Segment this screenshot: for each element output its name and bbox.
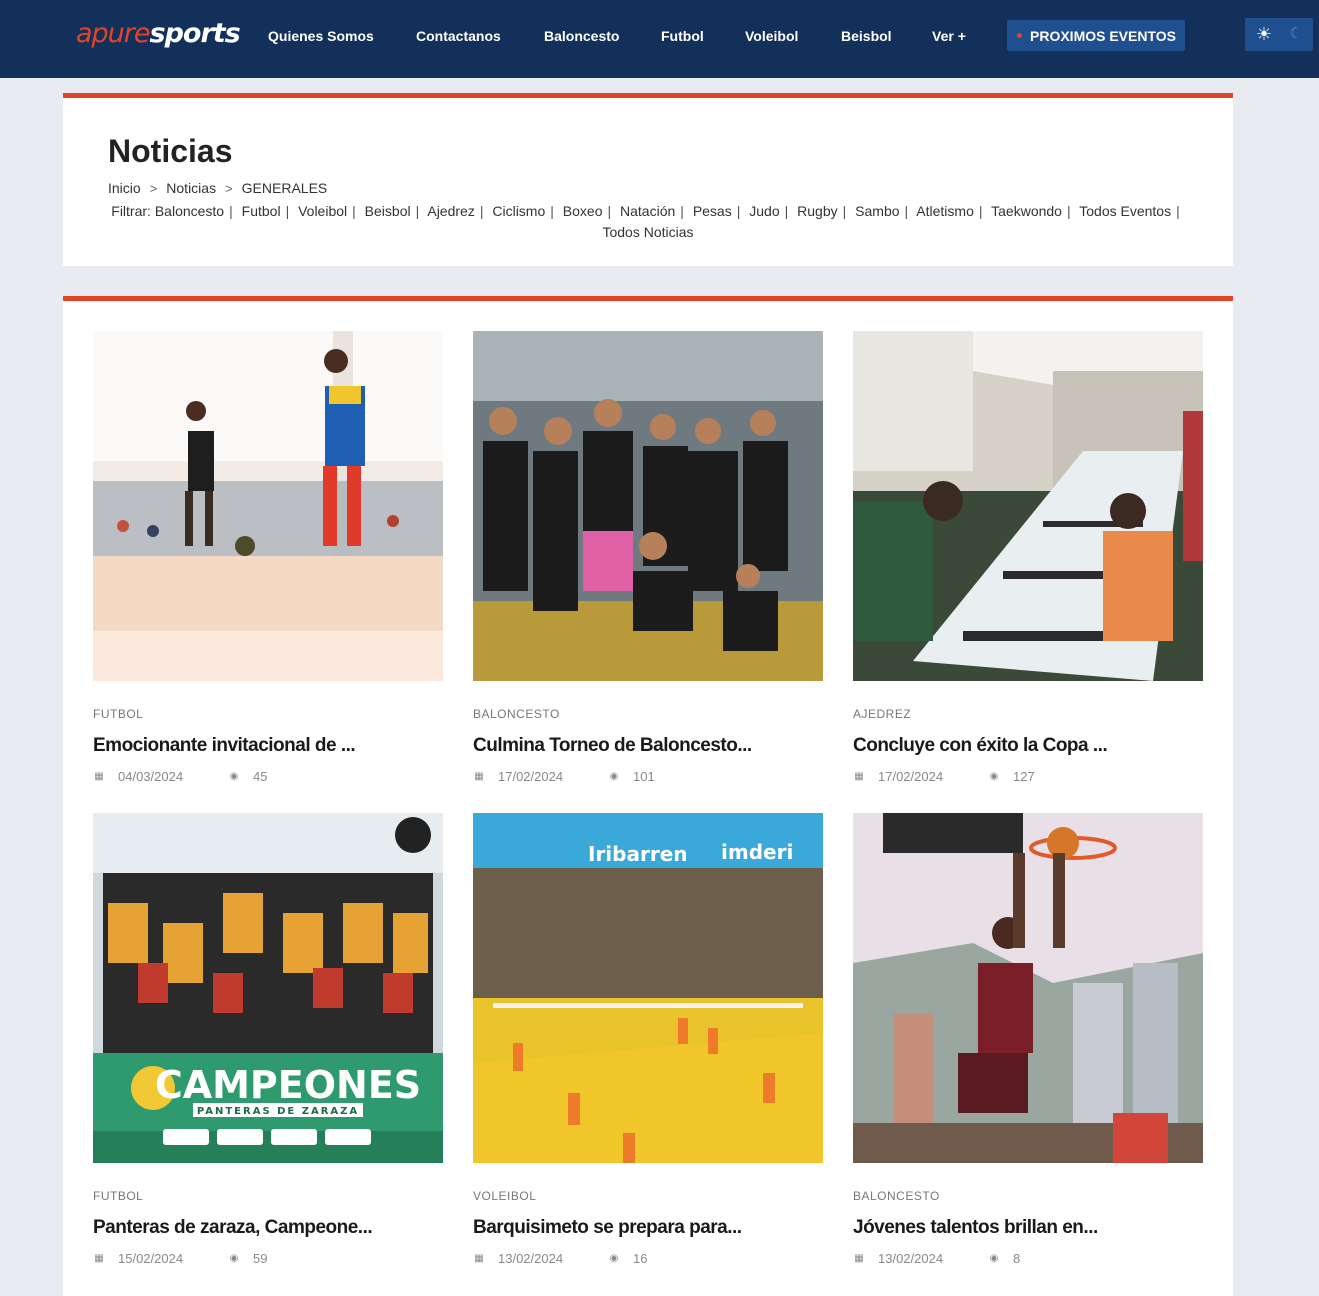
page-title: Noticias [108, 133, 233, 169]
news-thumbnail[interactable] [853, 331, 1203, 681]
news-meta: ▦ 04/03/2024 ◉ 45 [93, 769, 267, 784]
chevron-right-icon: > [149, 180, 158, 196]
chevron-right-icon: > [225, 180, 233, 196]
arena-sign-imderi: imderi [721, 840, 793, 864]
breadcrumb-current: GENERALES [241, 180, 328, 196]
eye-icon: ◉ [609, 1253, 619, 1264]
news-views: 8 [1013, 1251, 1021, 1266]
news-views: 127 [1013, 769, 1035, 784]
nav-ver-mas[interactable]: Ver + [932, 28, 966, 44]
proximos-eventos-label: PROXIMOS EVENTOS [1030, 27, 1176, 44]
calendar-icon: ▦ [94, 1253, 104, 1264]
news-meta: ▦ 13/02/2024 ◉ 8 [853, 1251, 1020, 1266]
filter-bar: Filtrar: Baloncesto | Futbol | Voleibol | B… [111, 203, 1180, 240]
filter-boxeo[interactable]: Boxeo [563, 203, 603, 219]
nav-futbol[interactable]: Futbol [661, 28, 704, 44]
sun-icon[interactable]: ☀ [1253, 23, 1275, 45]
news-thumbnail[interactable]: CAMPEONES PANTERAS DE ZARAZA [93, 813, 443, 1163]
breadcrumb: Inicio > Noticias > GENERALES [108, 180, 327, 196]
breadcrumb-inicio[interactable]: Inicio [108, 180, 141, 196]
news-title[interactable]: Emocionante invitacional de ... [93, 735, 356, 757]
news-date: 15/02/2024 [118, 1251, 184, 1266]
news-category[interactable]: BALONCESTO [853, 1189, 940, 1203]
news-title[interactable]: Barquisimeto se prepara para... [473, 1217, 742, 1239]
filter-pesas[interactable]: Pesas [693, 203, 732, 219]
filter-ajedrez[interactable]: Ajedrez [427, 203, 474, 219]
filter-rugby[interactable]: Rugby [797, 203, 837, 219]
page-header-panel: Noticias Inicio > Noticias > GENERALES F… [63, 93, 1233, 266]
news-date: 04/03/2024 [118, 769, 184, 784]
nav-contactanos[interactable]: Contactanos [416, 28, 501, 44]
calendar-icon: ▦ [94, 771, 104, 782]
filter-todos-eventos[interactable]: Todos Eventos [1079, 203, 1171, 219]
news-date: 13/02/2024 [498, 1251, 564, 1266]
filter-natacion[interactable]: Natación [620, 203, 675, 219]
nav-baloncesto[interactable]: Baloncesto [544, 28, 619, 44]
calendar-icon: ▦ [854, 771, 864, 782]
filter-beisbol[interactable]: Beisbol [365, 203, 411, 219]
breadcrumb-noticias[interactable]: Noticias [166, 180, 216, 196]
live-dot-icon [1017, 33, 1022, 38]
news-title[interactable]: Culmina Torneo de Baloncesto... [473, 735, 752, 757]
site-logo[interactable]: apuresports [76, 18, 241, 49]
filter-taekwondo[interactable]: Taekwondo [991, 203, 1062, 219]
news-category[interactable]: FUTBOL [93, 1189, 143, 1203]
eye-icon: ◉ [229, 1253, 239, 1264]
poster-subline: PANTERAS DE ZARAZA [197, 1106, 359, 1117]
eye-icon: ◉ [229, 771, 239, 782]
filter-futbol[interactable]: Futbol [242, 203, 281, 219]
poster-headline: CAMPEONES [155, 1063, 421, 1107]
filter-ciclismo[interactable]: Ciclismo [492, 203, 545, 219]
nav-quienes-somos[interactable]: Quienes Somos [268, 28, 374, 44]
news-views: 45 [253, 769, 268, 784]
proximos-eventos-button[interactable]: PROXIMOS EVENTOS [1007, 20, 1185, 51]
news-category[interactable]: FUTBOL [93, 707, 143, 721]
arena-sign-iribarren: Iribarren [588, 842, 688, 866]
news-views: 16 [633, 1251, 648, 1266]
calendar-icon: ▦ [474, 771, 484, 782]
news-views: 101 [633, 769, 655, 784]
news-title[interactable]: Concluye con éxito la Copa ... [853, 735, 1108, 757]
calendar-icon: ▦ [474, 1253, 484, 1264]
news-meta: ▦ 13/02/2024 ◉ 16 [473, 1251, 647, 1266]
filter-atletismo[interactable]: Atletismo [916, 203, 974, 219]
news-category[interactable]: BALONCESTO [473, 707, 560, 721]
filter-label: Filtrar: [111, 203, 151, 219]
nav-voleibol[interactable]: Voleibol [745, 28, 798, 44]
news-date: 13/02/2024 [878, 1251, 944, 1266]
news-date: 17/02/2024 [498, 769, 564, 784]
eye-icon: ◉ [989, 1253, 999, 1264]
eye-icon: ◉ [989, 771, 999, 782]
filter-baloncesto[interactable]: Baloncesto [155, 203, 224, 219]
eye-icon: ◉ [609, 771, 619, 782]
filter-todos-noticias[interactable]: Todos Noticias [602, 224, 693, 240]
news-thumbnail[interactable]: Iribarren imderi [473, 813, 823, 1163]
news-title[interactable]: Jóvenes talentos brillan en... [853, 1217, 1098, 1239]
news-grid-panel: FUTBOL Emocionante invitacional de ... ▦… [63, 296, 1233, 1296]
top-navbar: apuresports Quienes Somos Contactanos Ba… [0, 0, 1319, 78]
news-thumbnail[interactable] [853, 813, 1203, 1163]
nav-beisbol[interactable]: Beisbol [841, 28, 892, 44]
news-date: 17/02/2024 [878, 769, 944, 784]
news-category[interactable]: VOLEIBOL [473, 1189, 536, 1203]
news-meta: ▦ 17/02/2024 ◉ 101 [473, 769, 655, 784]
logo-text-apure: apure [76, 18, 151, 49]
filter-judo[interactable]: Judo [749, 203, 779, 219]
news-views: 59 [253, 1251, 268, 1266]
news-title[interactable]: Panteras de zaraza, Campeone... [93, 1217, 373, 1239]
news-meta: ▦ 17/02/2024 ◉ 127 [853, 769, 1035, 784]
logo-text-sports: sports [149, 18, 241, 49]
moon-icon[interactable]: ☾ [1285, 23, 1307, 45]
news-thumbnail[interactable] [473, 331, 823, 681]
calendar-icon: ▦ [854, 1253, 864, 1264]
news-category[interactable]: AJEDREZ [853, 707, 911, 721]
theme-toggle[interactable]: ☀ ☾ [1245, 18, 1313, 51]
filter-voleibol[interactable]: Voleibol [298, 203, 347, 219]
news-meta: ▦ 15/02/2024 ◉ 59 [93, 1251, 267, 1266]
filter-sambo[interactable]: Sambo [855, 203, 899, 219]
news-thumbnail[interactable] [93, 331, 443, 681]
